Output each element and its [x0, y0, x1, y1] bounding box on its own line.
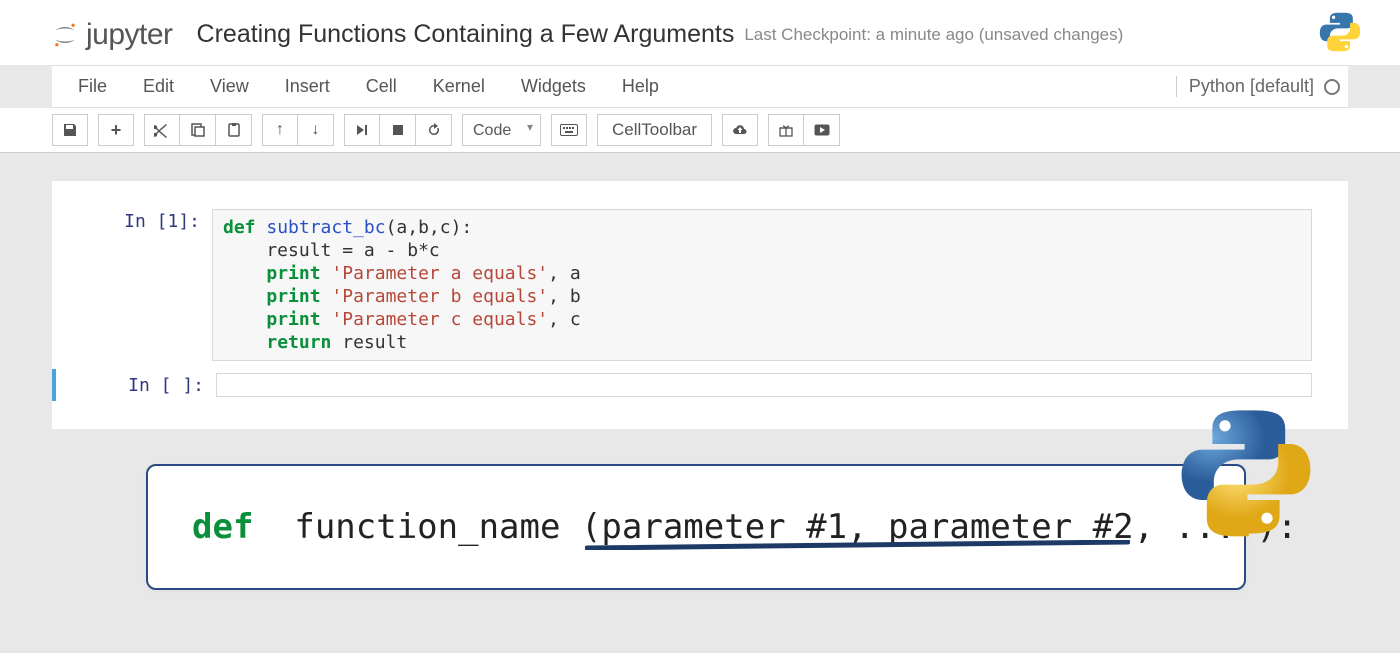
code-cell[interactable]: In [1]: def subtract_bc(a,b,c): result =… — [52, 205, 1348, 365]
header: jupyter Creating Functions Containing a … — [0, 0, 1400, 65]
cell-prompt: In [1]: — [52, 209, 212, 361]
copy-button[interactable] — [180, 114, 216, 146]
step-forward-icon — [355, 123, 369, 137]
plus-icon: + — [111, 120, 122, 141]
annotation-underline — [585, 540, 1130, 550]
menu-file[interactable]: File — [60, 66, 125, 107]
present-button[interactable] — [804, 114, 840, 146]
scissors-icon — [154, 122, 170, 138]
upload-button[interactable] — [722, 114, 758, 146]
paste-icon — [226, 122, 242, 138]
gift-icon — [778, 122, 794, 138]
cut-button[interactable] — [144, 114, 180, 146]
run-button[interactable] — [344, 114, 380, 146]
cell-toolbar-button[interactable]: CellToolbar — [597, 114, 712, 146]
kernel-name: Python [default] — [1189, 76, 1314, 97]
menu-view[interactable]: View — [192, 66, 267, 107]
arrow-down-icon: ↓ — [312, 121, 320, 139]
menubar: File Edit View Insert Cell Kernel Widget… — [52, 65, 1348, 108]
jupyter-logo[interactable]: jupyter — [52, 18, 173, 52]
menu-kernel[interactable]: Kernel — [415, 66, 503, 107]
code-cell[interactable]: In [ ]: — [52, 369, 1348, 401]
cell-prompt: In [ ]: — [56, 373, 216, 397]
save-button[interactable] — [52, 114, 88, 146]
refresh-icon — [426, 122, 442, 138]
stop-icon — [392, 124, 404, 136]
move-down-button[interactable]: ↓ — [298, 114, 334, 146]
notebook-title[interactable]: Creating Functions Containing a Few Argu… — [197, 20, 735, 49]
insert-cell-button[interactable]: + — [98, 114, 134, 146]
menu-edit[interactable]: Edit — [125, 66, 192, 107]
notebook-container: In [1]: def subtract_bc(a,b,c): result =… — [52, 181, 1348, 429]
cell-type-select[interactable]: Code — [462, 114, 541, 146]
kernel-idle-icon — [1324, 79, 1340, 95]
arrow-up-icon: ↑ — [276, 121, 284, 139]
cell-input[interactable]: def subtract_bc(a,b,c): result = a - b*c… — [212, 209, 1312, 361]
paste-button[interactable] — [216, 114, 252, 146]
python-logo-large-icon — [1176, 402, 1316, 542]
copy-icon — [190, 122, 206, 138]
checkpoint-status: Last Checkpoint: a minute ago (unsaved c… — [744, 25, 1123, 45]
gift-button[interactable] — [768, 114, 804, 146]
menu-widgets[interactable]: Widgets — [503, 66, 604, 107]
keyboard-icon — [560, 124, 578, 136]
jupyter-logo-text: jupyter — [86, 18, 173, 52]
python-logo-icon — [1318, 10, 1362, 59]
move-up-button[interactable]: ↑ — [262, 114, 298, 146]
menu-insert[interactable]: Insert — [267, 66, 348, 107]
jupyter-logo-icon — [52, 22, 78, 48]
command-palette-button[interactable] — [551, 114, 587, 146]
toolbar: + ↑ ↓ Code CellToolbar — [0, 108, 1400, 153]
cell-input[interactable] — [216, 373, 1312, 397]
menu-cell[interactable]: Cell — [348, 66, 415, 107]
annotation-card: def function_name (parameter #1, paramet… — [146, 464, 1246, 590]
menu-help[interactable]: Help — [604, 66, 677, 107]
restart-button[interactable] — [416, 114, 452, 146]
cloud-upload-icon — [732, 122, 748, 138]
play-rect-icon — [814, 124, 830, 136]
interrupt-button[interactable] — [380, 114, 416, 146]
